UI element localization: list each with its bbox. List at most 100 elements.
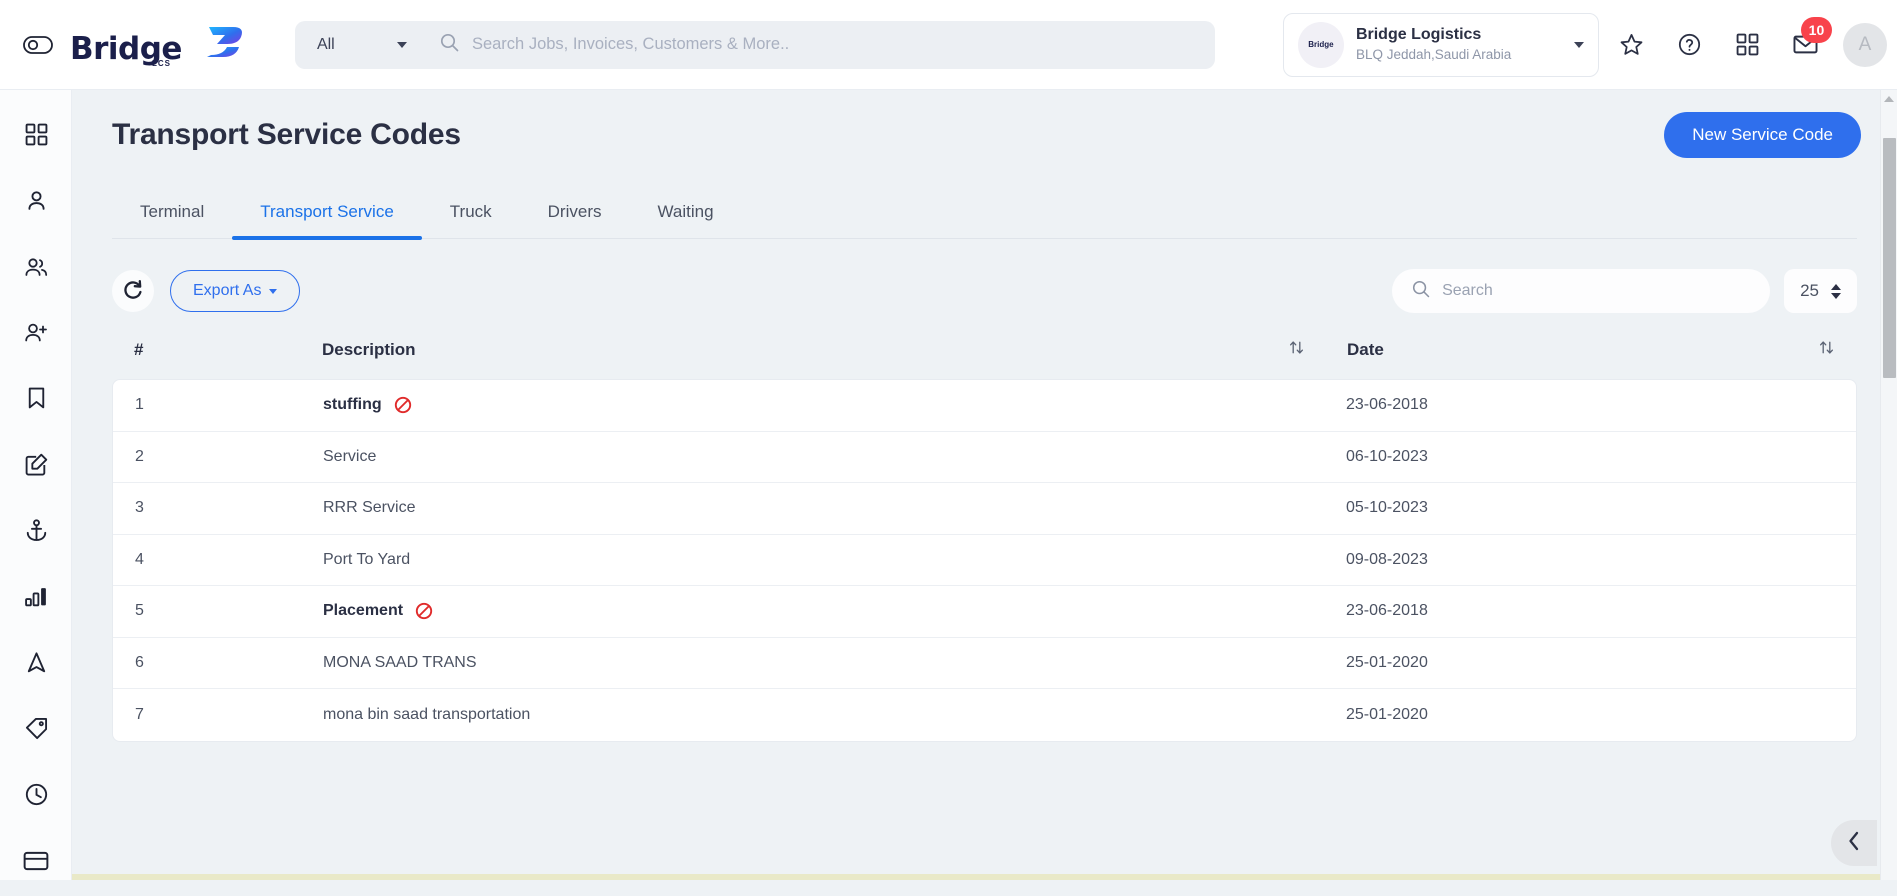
- eye-toggle-icon[interactable]: [12, 19, 64, 71]
- table-header-row: # Description: [112, 339, 1857, 379]
- table-search[interactable]: [1392, 269, 1770, 313]
- star-icon[interactable]: [1617, 30, 1647, 60]
- clock-icon: [24, 782, 49, 812]
- sidebar-item-billing[interactable]: [0, 830, 72, 896]
- organization-selector[interactable]: Bridge Bridge Logistics BLQ Jeddah,Saudi…: [1283, 13, 1599, 77]
- column-header-date[interactable]: Date: [1327, 339, 1857, 379]
- page-size-value: 25: [1800, 281, 1819, 301]
- global-search-input[interactable]: [472, 35, 1215, 54]
- sidebar-item-bookmarks[interactable]: [0, 368, 72, 434]
- sidebar-item-users[interactable]: [0, 236, 72, 302]
- horizontal-scrollbar[interactable]: [72, 874, 1880, 880]
- topbar-icon-group: 10: [1617, 30, 1821, 60]
- page-title: Transport Service Codes: [112, 118, 461, 152]
- no-entry-icon: [394, 396, 412, 414]
- cell-description: Placement: [323, 602, 1326, 620]
- stepper-arrows-icon: [1831, 284, 1841, 299]
- table-row[interactable]: 1 stuffing 23-06-2018: [113, 380, 1856, 432]
- global-search-field[interactable]: [424, 21, 1215, 69]
- main-content: Transport Service Codes New Service Code…: [72, 90, 1897, 880]
- cell-description: MONA SAAD TRANS: [323, 654, 1326, 672]
- chevron-down-icon: [397, 42, 407, 48]
- search-icon: [440, 33, 459, 57]
- sidebar-item-reports[interactable]: [0, 566, 72, 632]
- sort-updown-icon[interactable]: [1288, 339, 1305, 361]
- cell-number: 2: [113, 448, 323, 466]
- table-body: 1 stuffing 23-06-2018 2 Service 06-10-20…: [112, 379, 1857, 742]
- cell-number: 7: [113, 706, 323, 724]
- tab-terminal[interactable]: Terminal: [112, 192, 232, 238]
- table-row[interactable]: 2 Service 06-10-2023: [113, 432, 1856, 484]
- chevron-down-icon[interactable]: [1574, 42, 1584, 48]
- search-scope-select[interactable]: All: [295, 21, 423, 69]
- cell-date: 25-01-2020: [1326, 654, 1856, 672]
- cell-description: Service: [323, 448, 1326, 466]
- scroll-up-arrow-icon[interactable]: [1884, 96, 1894, 102]
- cell-date: 06-10-2023: [1326, 448, 1856, 466]
- help-circle-icon[interactable]: [1675, 30, 1705, 60]
- refresh-button[interactable]: [112, 270, 154, 312]
- cell-description-text: Service: [323, 448, 376, 466]
- apps-grid-icon[interactable]: [1733, 30, 1763, 60]
- brand-mark-icon: [203, 24, 249, 65]
- cell-description: mona bin saad transportation: [323, 706, 1326, 724]
- export-as-label: Export As: [193, 282, 261, 300]
- sort-updown-icon[interactable]: [1818, 339, 1835, 361]
- cell-description-text: stuffing: [323, 396, 382, 414]
- table-search-input[interactable]: [1442, 282, 1750, 300]
- cell-date: 25-01-2020: [1326, 706, 1856, 724]
- sidebar-item-port[interactable]: [0, 500, 72, 566]
- user-icon: [24, 188, 49, 218]
- chevron-down-icon: [269, 289, 277, 294]
- export-as-button[interactable]: Export As: [170, 270, 300, 312]
- navigation-icon: [24, 650, 49, 680]
- mail-unread-badge: 10: [1801, 17, 1832, 43]
- cell-number: 4: [113, 551, 323, 569]
- cell-number: 6: [113, 654, 323, 672]
- page-size-stepper[interactable]: 25: [1784, 269, 1857, 313]
- global-search-bar: All: [295, 21, 1215, 69]
- vertical-scrollbar[interactable]: [1880, 90, 1897, 880]
- brand-logo[interactable]: Bridge LCS: [70, 24, 249, 65]
- table-row[interactable]: 7 mona bin saad transportation 25-01-202…: [113, 689, 1856, 741]
- table-row[interactable]: 3 RRR Service 05-10-2023: [113, 483, 1856, 535]
- new-service-code-button[interactable]: New Service Code: [1664, 112, 1861, 158]
- sidebar-item-history[interactable]: [0, 764, 72, 830]
- vertical-scrollbar-thumb[interactable]: [1883, 138, 1896, 378]
- column-header-number[interactable]: #: [112, 339, 322, 379]
- column-header-description[interactable]: Description: [322, 339, 1327, 379]
- edit-square-icon: [24, 452, 49, 482]
- search-scope-label: All: [317, 36, 335, 54]
- refresh-icon: [122, 279, 144, 304]
- cell-description: RRR Service: [323, 499, 1326, 517]
- cell-date: 05-10-2023: [1326, 499, 1856, 517]
- service-codes-table: # Description: [112, 339, 1857, 742]
- grid-icon: [25, 123, 48, 151]
- tag-icon: [24, 716, 49, 746]
- tab-bar: Terminal Transport Service Truck Drivers…: [112, 192, 1857, 239]
- mail-icon[interactable]: 10: [1791, 30, 1821, 60]
- sidebar-item-edit[interactable]: [0, 434, 72, 500]
- table-row[interactable]: 6 MONA SAAD TRANS 25-01-2020: [113, 638, 1856, 690]
- sidebar-item-dashboard[interactable]: [0, 104, 72, 170]
- organization-location: BLQ Jeddah,Saudi Arabia: [1356, 46, 1574, 64]
- tab-drivers[interactable]: Drivers: [520, 192, 630, 238]
- avatar[interactable]: A: [1843, 23, 1887, 67]
- tab-waiting[interactable]: Waiting: [630, 192, 742, 238]
- table-row[interactable]: 5 Placement 23-06-2018: [113, 586, 1856, 638]
- sidebar: [0, 90, 72, 880]
- cell-description-text: Placement: [323, 602, 403, 620]
- sidebar-item-tags[interactable]: [0, 698, 72, 764]
- table-row[interactable]: 4 Port To Yard 09-08-2023: [113, 535, 1856, 587]
- sidebar-item-navigation[interactable]: [0, 632, 72, 698]
- column-header-description-label: Description: [322, 340, 416, 360]
- tab-truck[interactable]: Truck: [422, 192, 520, 238]
- panel-collapse-handle[interactable]: [1831, 820, 1877, 866]
- search-icon: [1412, 280, 1430, 303]
- brand-subtitle: LCS: [152, 59, 171, 68]
- top-bar: Bridge LCS All: [0, 0, 1897, 90]
- sidebar-item-user[interactable]: [0, 170, 72, 236]
- sidebar-item-add-user[interactable]: [0, 302, 72, 368]
- cell-number: 5: [113, 602, 323, 620]
- tab-transport-service[interactable]: Transport Service: [232, 192, 422, 238]
